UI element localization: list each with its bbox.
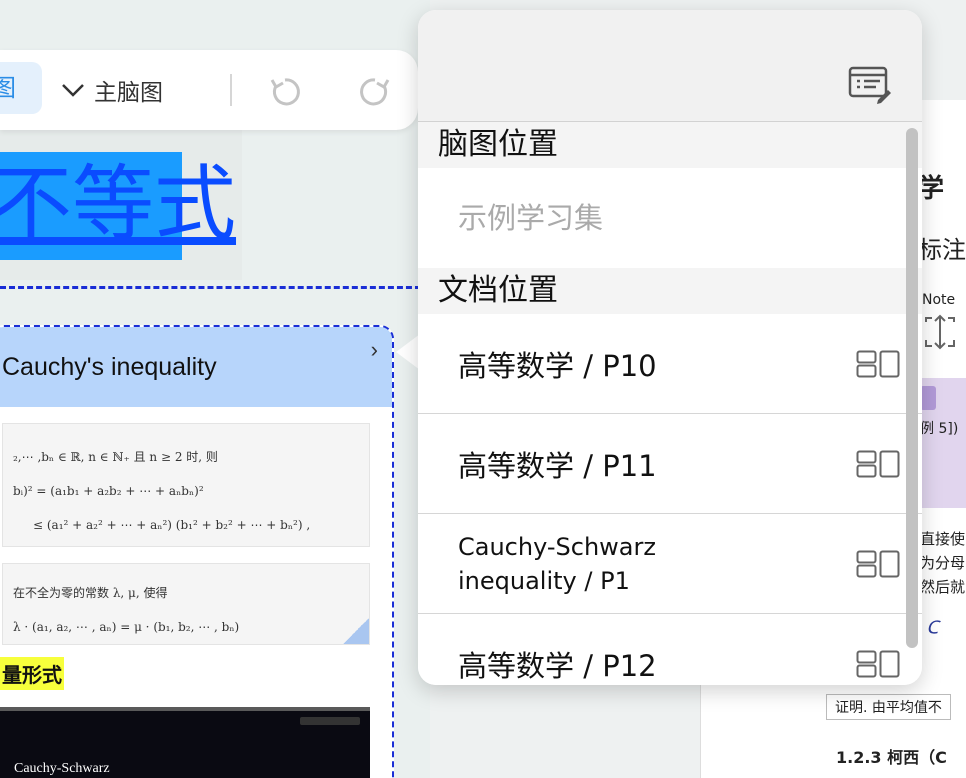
toolbar-divider bbox=[230, 74, 232, 106]
split-view-icon[interactable] bbox=[856, 650, 900, 678]
highlighted-label: 量形式 bbox=[0, 657, 64, 690]
popover-header bbox=[418, 10, 922, 122]
document-location-label: 高等数学 / P10 bbox=[458, 348, 657, 383]
mindmap-tab-chip[interactable]: 图 bbox=[0, 62, 42, 114]
document-location-item[interactable]: 高等数学 / P12 bbox=[418, 614, 922, 685]
document-location-label: 高等数学 / P12 bbox=[458, 648, 657, 683]
doc-math-fragment: ꟲ bbox=[924, 615, 937, 650]
doc-proof-fragment: 证明. 由平均值不 bbox=[826, 694, 951, 720]
highlight-tag bbox=[920, 386, 936, 410]
note-label: Note bbox=[922, 292, 956, 308]
video-label: Cauchy-Schwarz bbox=[14, 761, 110, 776]
formula-line: bᵢ)² = (a₁b₁ + a₂b₂ + ⋯ + aₙbₙ)² bbox=[13, 484, 204, 498]
popover-pointer bbox=[396, 334, 420, 370]
note-edit-icon[interactable] bbox=[848, 64, 892, 104]
dropdown-label: 主脑图 bbox=[94, 80, 163, 106]
video-thumbnail[interactable]: Cauchy-Schwarz bbox=[0, 707, 370, 778]
doc-section-fragment: 1.2.3 柯西（C bbox=[836, 748, 947, 767]
mindmap-location-item[interactable]: 示例学习集 bbox=[418, 168, 922, 268]
split-view-icon[interactable] bbox=[856, 450, 900, 478]
doc-ref-fragment: 例 5]) bbox=[920, 421, 959, 437]
document-location-item[interactable]: Cauchy-Schwarz inequality / P1 bbox=[418, 514, 922, 614]
note-expand-icon[interactable] bbox=[918, 310, 962, 354]
doc-text-fragment: 为分母 bbox=[920, 554, 966, 572]
video-controls bbox=[300, 717, 360, 725]
mindmap-dropdown[interactable]: 主脑图 bbox=[60, 70, 163, 110]
document-location-label: 高等数学 / P11 bbox=[458, 448, 657, 483]
mindmap-location-heading: 脑图位置 bbox=[418, 122, 922, 168]
resize-handle[interactable] bbox=[343, 618, 369, 644]
doc-text-fragment: 直接使 bbox=[920, 530, 966, 548]
doc-text-fragment: 然后就 bbox=[920, 578, 966, 596]
selection-dashed-line bbox=[0, 286, 430, 289]
card-header[interactable]: Cauchy's inequality › bbox=[0, 327, 392, 407]
document-location-item[interactable]: 高等数学 / P10 bbox=[418, 314, 922, 414]
document-location-label: Cauchy-Schwarz inequality / P1 bbox=[458, 532, 656, 595]
undo-icon[interactable] bbox=[266, 72, 304, 110]
doc-highlight-block bbox=[918, 378, 966, 508]
formula-block: 在不全为零的常数 λ, μ, 使得 λ · (a₁, a₂, ⋯ , aₙ) =… bbox=[2, 563, 370, 645]
doc-annotation-fragment: 标注 bbox=[918, 236, 966, 264]
formula-block: ₂,⋯ ,bₙ ∈ ℝ, n ∈ ℕ₊ 且 n ≥ 2 时, 则 bᵢ)² = … bbox=[2, 423, 370, 547]
mindmap-node-title[interactable]: 不等式 bbox=[0, 160, 236, 250]
document-location-heading: 文档位置 bbox=[418, 268, 922, 314]
split-view-icon[interactable] bbox=[856, 550, 900, 578]
formula-line: ≤ (a₁² + a₂² + ⋯ + aₙ²) (b₁² + b₂² + ⋯ +… bbox=[33, 518, 311, 532]
formula-line: λ · (a₁, a₂, ⋯ , aₙ) = μ · (b₁, b₂, ⋯ , … bbox=[13, 620, 240, 634]
document-location-item[interactable]: 高等数学 / P11 bbox=[418, 414, 922, 514]
split-view-icon[interactable] bbox=[856, 350, 900, 378]
mindmap-card[interactable]: Cauchy's inequality › ₂,⋯ ,bₙ ∈ ℝ, n ∈ ℕ… bbox=[0, 325, 394, 778]
chevron-right-icon[interactable]: › bbox=[371, 337, 378, 363]
toolbar: 图 主脑图 bbox=[0, 50, 418, 130]
location-popover: 脑图位置 示例学习集 文档位置 高等数学 / P10 高等数学 / P11 Ca… bbox=[418, 10, 922, 685]
mindmap-canvas[interactable]: 不等式 Cauchy's inequality › ₂,⋯ ,bₙ ∈ ℝ, n… bbox=[0, 0, 430, 778]
card-title: Cauchy's inequality bbox=[2, 352, 217, 381]
popover-scrollbar[interactable] bbox=[906, 128, 918, 648]
chevron-down-icon bbox=[62, 84, 84, 97]
redo-icon[interactable] bbox=[356, 72, 394, 110]
formula-line: ₂,⋯ ,bₙ ∈ ℝ, n ∈ ℕ₊ 且 n ≥ 2 时, 则 bbox=[13, 450, 218, 464]
formula-line: 在不全为零的常数 λ, μ, 使得 bbox=[13, 586, 168, 600]
